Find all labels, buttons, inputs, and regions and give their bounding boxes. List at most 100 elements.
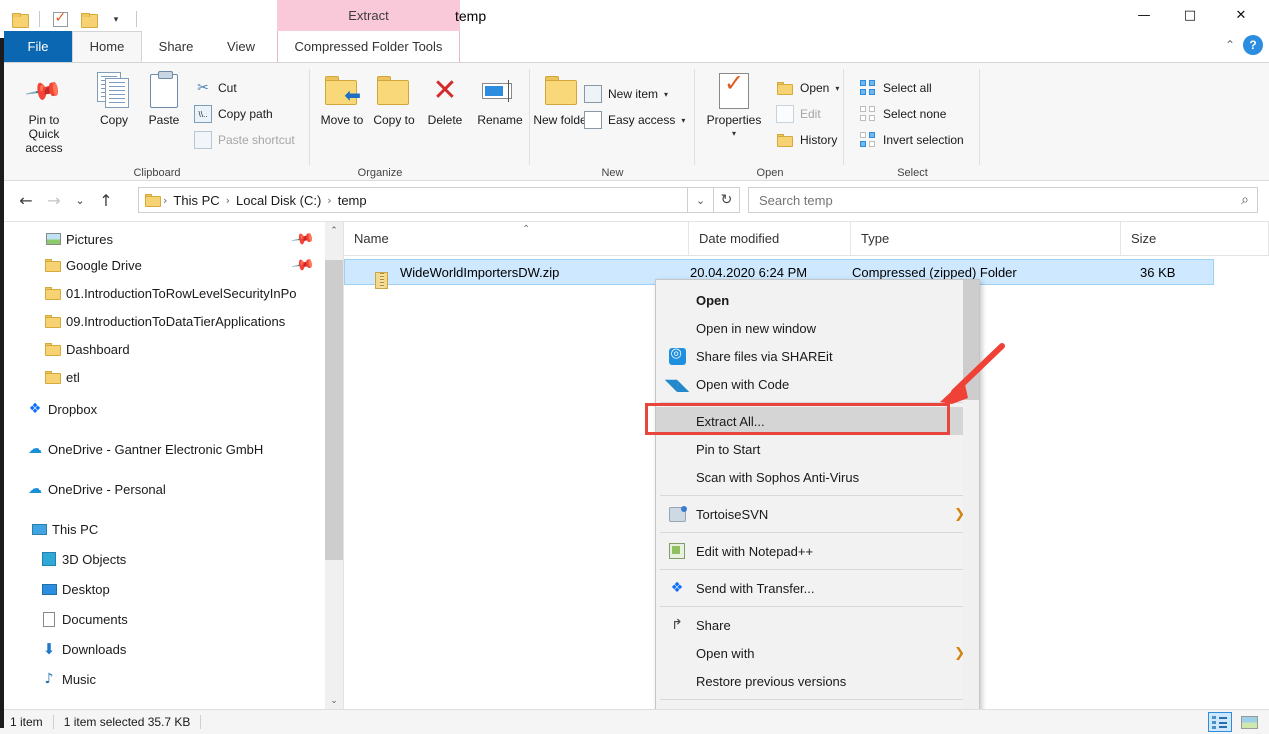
recent-locations-button[interactable]: ⌄ xyxy=(68,187,92,215)
pin-icon[interactable]: 📌 xyxy=(291,226,317,251)
help-icon[interactable]: ? xyxy=(1243,35,1263,55)
open-caret-icon[interactable]: ▾ xyxy=(835,84,839,93)
select-none-button[interactable]: Select none xyxy=(859,103,946,125)
tab-file[interactable]: File xyxy=(4,31,72,62)
sidebar-label-intro-rls: 01.IntroductionToRowLevelSecurityInPo xyxy=(42,286,297,301)
up-button[interactable]: ↑ xyxy=(92,187,120,215)
open-button[interactable]: Open ▾ xyxy=(776,77,839,99)
column-header-name[interactable]: Name xyxy=(344,222,689,255)
sidebar-item-documents[interactable]: Documents xyxy=(0,606,325,632)
properties-check-icon[interactable] xyxy=(49,8,71,30)
sidebar-item-onedrive-personal[interactable]: ☁ OneDrive - Personal xyxy=(0,476,325,502)
context-menu-item-edit-with-notepadpp[interactable]: Edit with Notepad++ xyxy=(656,537,979,565)
sidebar-item-google-drive[interactable]: Google Drive 📌 xyxy=(0,252,325,278)
folder-icon xyxy=(42,287,64,300)
tab-share[interactable]: Share xyxy=(146,31,206,62)
column-header-size[interactable]: Size xyxy=(1121,222,1269,255)
navigation-pane-scrollbar[interactable]: ⌃ ⌄ xyxy=(325,222,343,710)
pin-to-quick-access-button[interactable]: 📌 Pin to Quick access xyxy=(12,69,76,155)
properties-button[interactable]: Properties ▾ xyxy=(698,69,770,141)
sidebar-item-dropbox[interactable]: ❖ Dropbox xyxy=(0,396,325,422)
context-menu-scrollbar-thumb[interactable] xyxy=(963,280,979,400)
easy-access-button[interactable]: Easy access ▾ xyxy=(584,109,685,131)
paste-button[interactable]: Paste xyxy=(132,69,196,127)
scroll-down-icon[interactable]: ⌄ xyxy=(325,692,343,710)
move-to-icon: ⬅ xyxy=(325,69,359,113)
sidebar-item-dashboard[interactable]: Dashboard xyxy=(0,336,325,362)
rename-button[interactable]: Rename xyxy=(468,69,532,127)
sidebar-item-onedrive-gantner[interactable]: ☁ OneDrive - Gantner Electronic GmbH xyxy=(0,436,325,462)
open-label: Open xyxy=(800,81,829,95)
open-folder-icon xyxy=(776,79,794,97)
context-menu-item-open-in-new-window[interactable]: Open in new window xyxy=(656,314,979,342)
context-menu: Open Open in new window Share files via … xyxy=(655,279,980,734)
sidebar-item-this-pc[interactable]: This PC xyxy=(0,516,325,542)
new-item-caret-icon[interactable]: ▾ xyxy=(664,90,668,99)
address-dropdown-chevron-down-icon[interactable]: ⌄ xyxy=(688,187,714,213)
column-header-type[interactable]: Type xyxy=(851,222,1121,255)
copy-path-button[interactable]: \\.. Copy path xyxy=(194,103,273,125)
cut-button[interactable]: ✂ Cut xyxy=(194,77,237,99)
collapse-ribbon-chevron-up-icon[interactable]: ⌃ xyxy=(1225,38,1235,52)
properties-caret-icon[interactable]: ▾ xyxy=(732,127,736,141)
close-button[interactable]: ✕ xyxy=(1213,0,1269,30)
select-all-button[interactable]: Select all xyxy=(859,77,932,99)
scroll-up-icon[interactable]: ⌃ xyxy=(325,222,343,240)
scrollbar-thumb[interactable] xyxy=(325,260,343,560)
breadcrumb-item-local-disk[interactable]: Local Disk (C:) xyxy=(232,193,325,208)
search-input[interactable] xyxy=(757,192,1241,209)
maximize-button[interactable]: □ xyxy=(1167,0,1213,30)
customize-qat-caret-icon[interactable]: ▾ xyxy=(105,8,127,30)
qat-divider-1 xyxy=(39,11,40,27)
easy-access-caret-icon[interactable]: ▾ xyxy=(681,116,685,125)
context-menu-scrollbar[interactable] xyxy=(963,280,979,734)
sidebar-item-3d-objects[interactable]: 3D Objects xyxy=(0,546,325,572)
minimize-button[interactable]: — xyxy=(1121,0,1167,30)
search-icon[interactable]: ⌕ xyxy=(1241,192,1249,208)
invert-selection-button[interactable]: Invert selection xyxy=(859,129,964,151)
context-menu-item-scan-with-sophos[interactable]: Scan with Sophos Anti-Virus xyxy=(656,463,979,491)
breadcrumb-item-temp[interactable]: temp xyxy=(334,193,371,208)
sidebar-item-pictures[interactable]: Pictures 📌 xyxy=(0,226,325,252)
new-item-button[interactable]: New item ▾ xyxy=(584,83,668,105)
back-button[interactable]: ← xyxy=(12,187,40,215)
dropbox-icon: ❖ xyxy=(24,401,46,417)
details-view-button[interactable] xyxy=(1208,712,1232,732)
ribbon: 📌 Pin to Quick access Copy Paste ✂ Cut \… xyxy=(0,63,1269,181)
new-folder-icon[interactable] xyxy=(77,8,99,30)
context-menu-item-extract-all[interactable]: Extract All... xyxy=(656,407,979,435)
tab-compressed-folder-tools[interactable]: Compressed Folder Tools xyxy=(277,31,460,62)
ribbon-group-label-open: Open xyxy=(696,167,844,179)
context-menu-item-share-files-via-shareit[interactable]: Share files via SHAREit xyxy=(656,342,979,370)
thumbnail-view-button[interactable] xyxy=(1237,712,1261,732)
context-menu-item-pin-to-start[interactable]: Pin to Start xyxy=(656,435,979,463)
shareit-icon xyxy=(668,347,686,365)
breadcrumb[interactable]: › This PC › Local Disk (C:) › temp xyxy=(138,187,688,213)
search-box[interactable]: ⌕ xyxy=(748,187,1258,213)
refresh-icon[interactable]: ↻ xyxy=(714,187,740,213)
context-menu-item-open-with-code[interactable]: ◥◣ Open with Code xyxy=(656,370,979,398)
history-button[interactable]: History xyxy=(776,129,837,151)
sidebar-item-desktop[interactable]: Desktop xyxy=(0,576,325,602)
sidebar-item-etl[interactable]: etl xyxy=(0,364,325,390)
pin-icon[interactable]: 📌 xyxy=(291,252,317,277)
history-icon xyxy=(776,131,794,149)
sidebar-item-downloads[interactable]: ⬇ Downloads xyxy=(0,636,325,662)
column-header-date-modified[interactable]: Date modified xyxy=(689,222,851,255)
breadcrumb-item-this-pc[interactable]: This PC xyxy=(169,193,223,208)
context-menu-item-restore-previous-versions[interactable]: Restore previous versions xyxy=(656,667,979,695)
tab-view[interactable]: View xyxy=(212,31,270,62)
tab-home[interactable]: Home xyxy=(72,31,142,62)
folder-icon[interactable] xyxy=(8,8,30,30)
sidebar-item-intro-rls[interactable]: 01.IntroductionToRowLevelSecurityInPo xyxy=(0,280,325,306)
sidebar-item-intro-dta[interactable]: 09.IntroductionToDataTierApplications xyxy=(0,308,325,334)
forward-button[interactable]: → xyxy=(40,187,68,215)
context-menu-item-open-with[interactable]: Open with ❯ xyxy=(656,639,979,667)
context-menu-item-send-with-transfer[interactable]: ❖ Send with Transfer... xyxy=(656,574,979,602)
context-menu-item-tortoisesvn[interactable]: TortoiseSVN ❯ xyxy=(656,500,979,528)
context-menu-item-open[interactable]: Open xyxy=(656,286,979,314)
context-menu-item-share[interactable]: ↱ Share xyxy=(656,611,979,639)
paste-shortcut-button[interactable]: Paste shortcut xyxy=(194,129,295,151)
edit-button[interactable]: Edit xyxy=(776,103,821,125)
sidebar-item-music[interactable]: ♪ Music xyxy=(0,666,325,692)
